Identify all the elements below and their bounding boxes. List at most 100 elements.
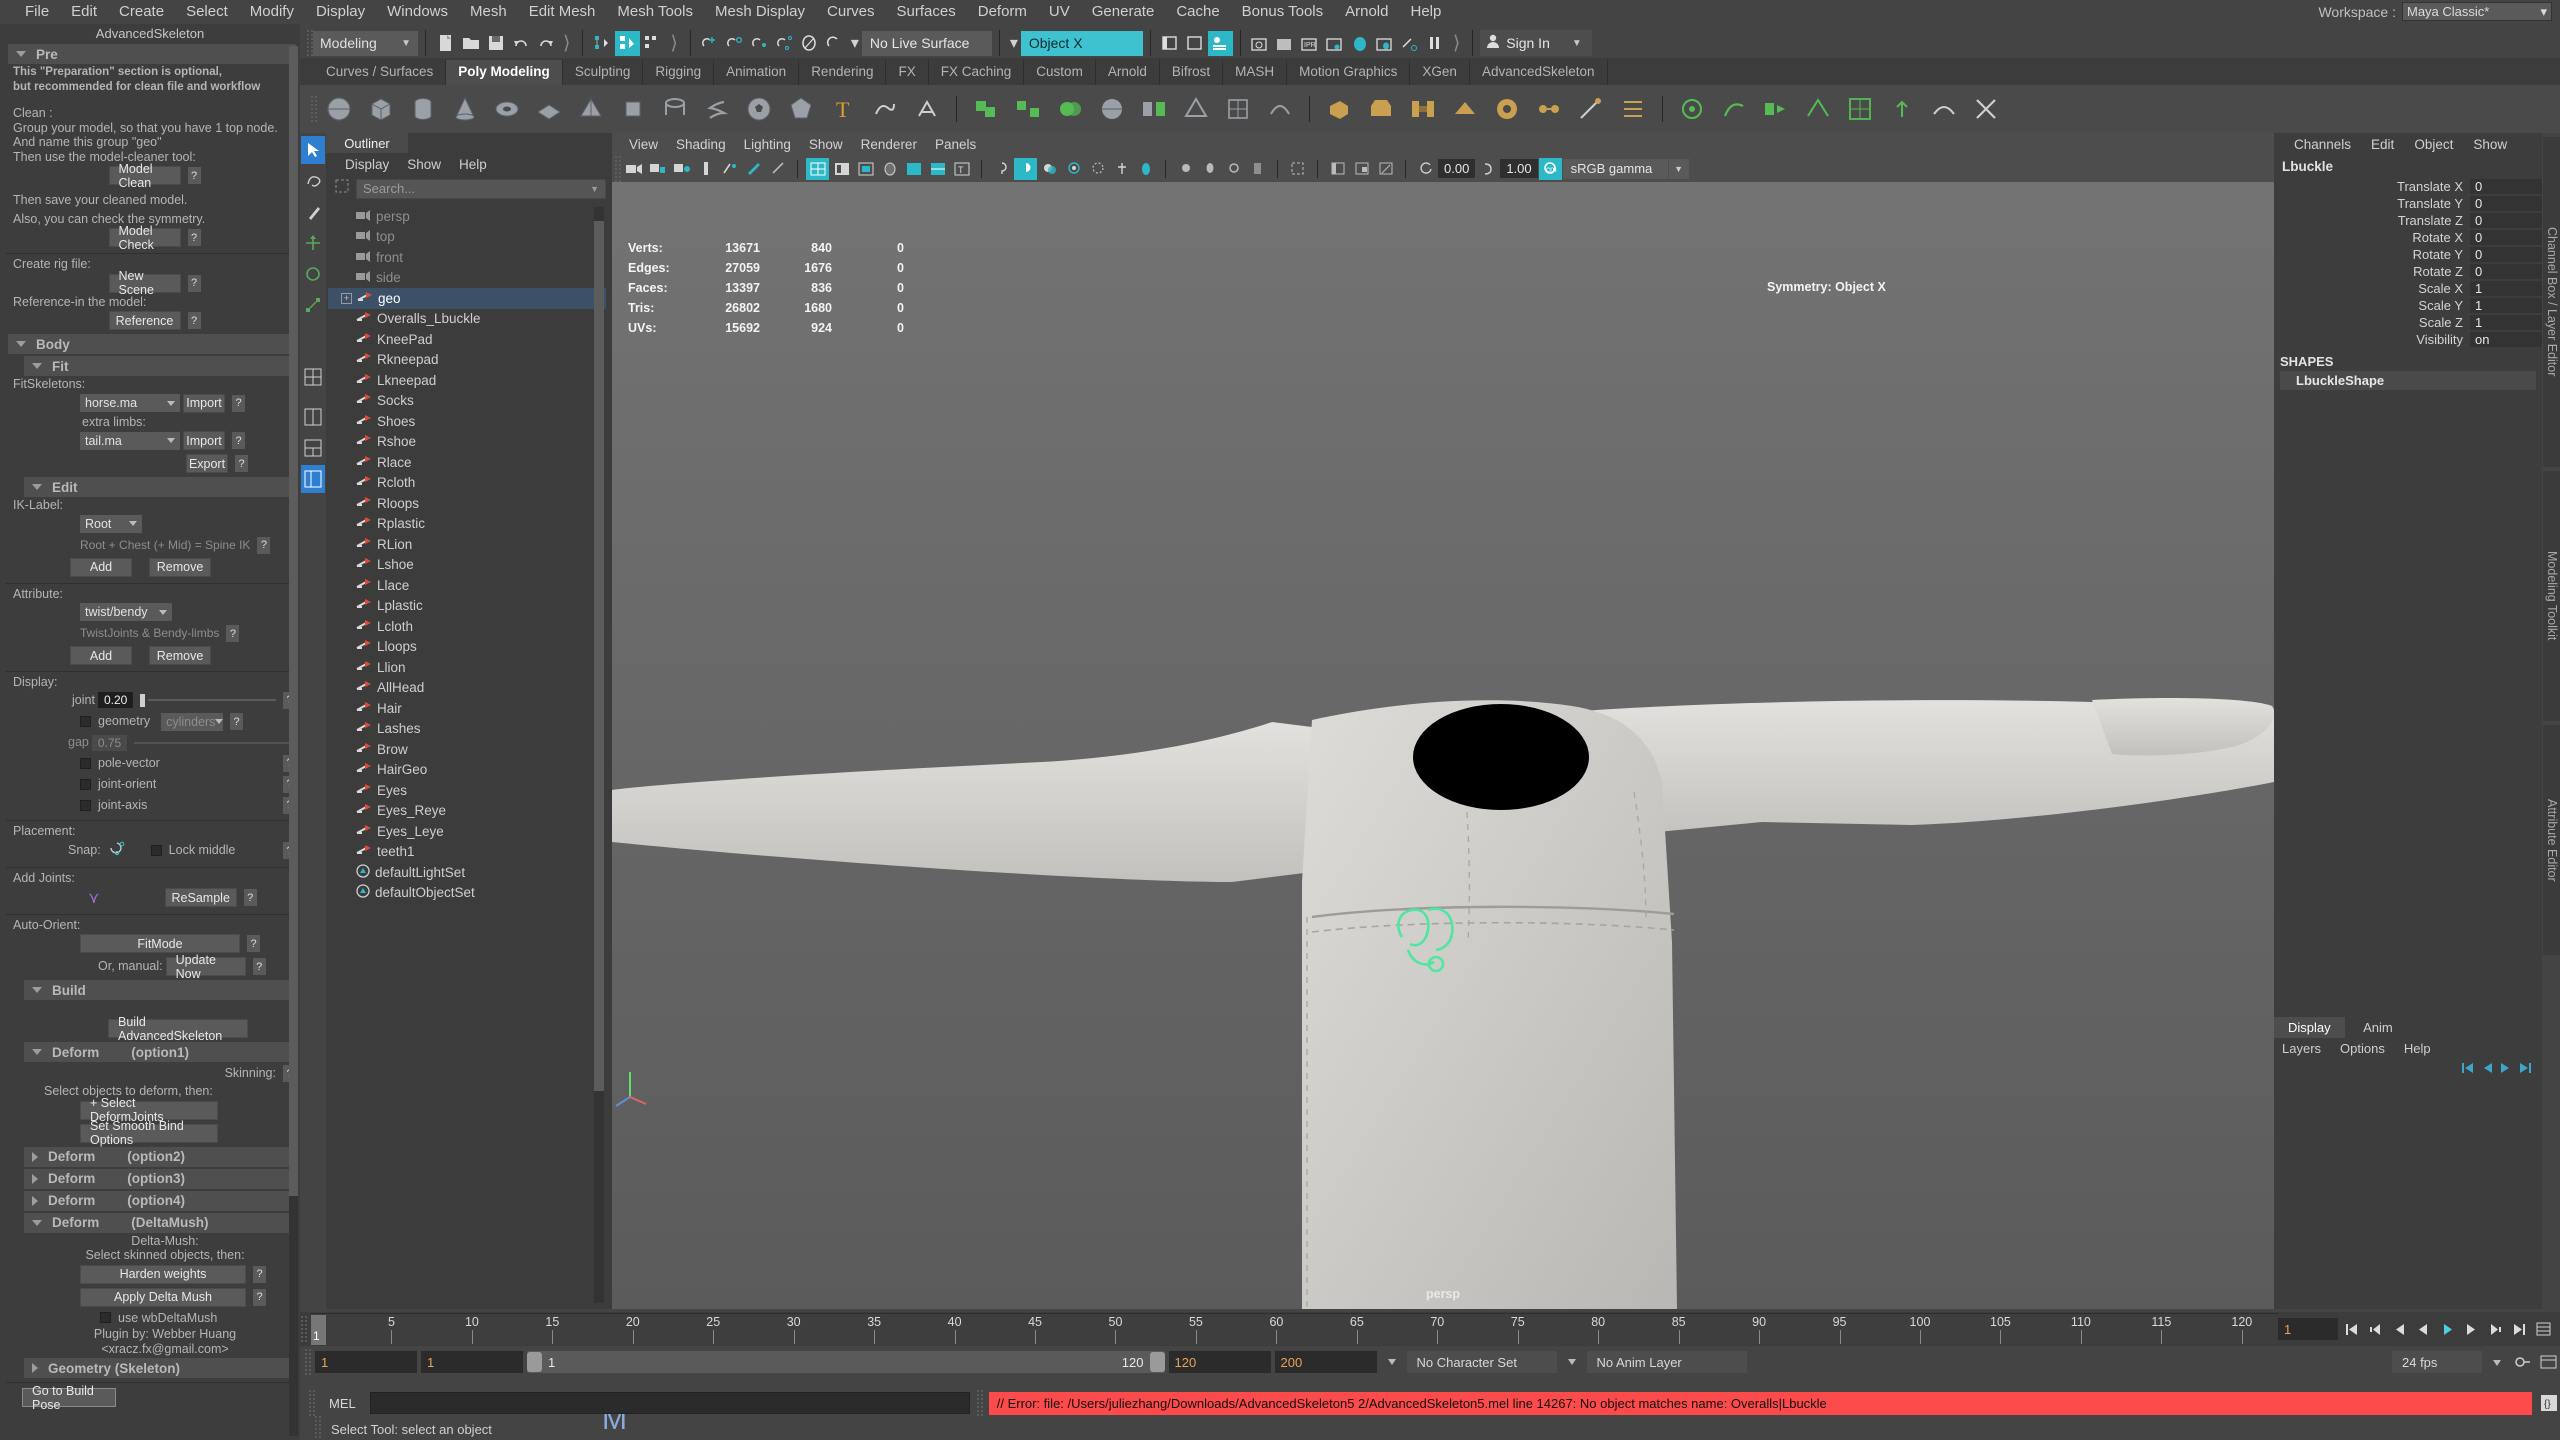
update-now-button[interactable]: Update Now	[165, 953, 246, 981]
exposure-icon[interactable]	[1414, 158, 1437, 180]
outliner-scrollbar[interactable]	[594, 207, 604, 1303]
channel-value[interactable]: 0	[2470, 212, 2542, 228]
outliner-list[interactable]: persp top front side + geo Overalls_Lbuckle Kne…	[328, 206, 606, 1306]
geometry-checkbox[interactable]	[80, 716, 91, 727]
channel-value[interactable]: on	[2470, 331, 2542, 347]
menu-help[interactable]: Help	[1399, 0, 1452, 24]
snap-point-icon[interactable]	[748, 31, 773, 56]
new-scene-icon[interactable]	[433, 31, 458, 56]
outliner-item-Lshoe[interactable]: Lshoe	[328, 555, 606, 576]
text-tool-icon[interactable]: T	[823, 89, 863, 129]
joint-size-slider-handle[interactable]	[140, 693, 146, 707]
select-deform-joints-button[interactable]: + Select DeformJoints	[80, 1096, 218, 1124]
channel-row-translate-y[interactable]: Translate Y 0	[2274, 195, 2542, 211]
fill-hole-icon[interactable]	[1487, 89, 1527, 129]
search-input[interactable]: Search... ▼	[356, 178, 606, 199]
menu-uv[interactable]: UV	[1038, 0, 1081, 24]
command-output-drag-handle[interactable]	[975, 1389, 983, 1417]
model-clean-help-button[interactable]: ?	[187, 167, 201, 184]
tab-display[interactable]: Display	[2274, 1017, 2345, 1038]
range-slider-right-handle[interactable]	[1149, 1352, 1165, 1372]
lighting-none-icon[interactable]	[990, 158, 1013, 180]
current-time-indicator[interactable]: 1	[311, 1315, 326, 1345]
hypershade-icon[interactable]	[1348, 31, 1373, 56]
channel-box-shape-name[interactable]: LbuckleShape	[2280, 371, 2536, 390]
vtab-channel-box[interactable]: Channel Box / Layer Editor	[2543, 137, 2560, 467]
gamma-icon[interactable]	[1476, 158, 1499, 180]
range-slider-left-handle[interactable]	[527, 1352, 542, 1372]
time-slider[interactable]: 1 5 10 15 20 25 30 35 40 45 50 55 60 65 70 75 80 85 90 95 1…	[300, 1312, 2560, 1346]
combine-icon[interactable]	[966, 89, 1006, 129]
multi-cut-icon[interactable]	[1571, 89, 1611, 129]
playback-frame-field[interactable]: 1	[2278, 1318, 2338, 1340]
pole-vector-checkbox[interactable]	[80, 757, 91, 769]
polygon-plane-icon[interactable]	[529, 89, 569, 129]
channel-value[interactable]: 0	[2470, 178, 2542, 194]
channel-row-scale-y[interactable]: Scale Y 1	[2274, 297, 2542, 313]
toolbar-drag-handle[interactable]	[306, 29, 313, 57]
select-object-icon[interactable]	[615, 30, 641, 56]
fit-export-help-button[interactable]: ?	[235, 455, 248, 472]
left-panel-scrollbar-thumb[interactable]	[289, 46, 298, 1196]
section-body-header[interactable]: Body	[8, 334, 296, 354]
channel-value[interactable]: 0	[2470, 229, 2542, 245]
harden-weights-button[interactable]: Harden weights	[80, 1264, 246, 1284]
section-deform1-header[interactable]: Deform (option1)	[24, 1042, 296, 1062]
lasso-tool-icon[interactable]	[301, 167, 325, 195]
type-tool-icon[interactable]	[907, 89, 947, 129]
outliner-item-Rshoe[interactable]: Rshoe	[328, 432, 606, 453]
new-scene-help-button[interactable]: ?	[187, 274, 201, 292]
outliner-tab[interactable]: Outliner	[326, 133, 408, 153]
live-surface-field[interactable]: No Live Surface	[861, 30, 992, 56]
shelf-tab-fx-caching[interactable]: FX Caching	[928, 60, 1025, 85]
layer-prev-icon[interactable]	[2480, 1061, 2494, 1079]
polygon-prism-icon[interactable]	[613, 89, 653, 129]
outliner-item-Shoes[interactable]: Shoes	[328, 411, 606, 432]
joint-size-value[interactable]: 0.20	[97, 692, 134, 708]
outliner-item-defaultLightSet[interactable]: defaultLightSet	[328, 862, 606, 883]
outliner-item-AllHead[interactable]: AllHead	[328, 678, 606, 699]
menu-mesh-display[interactable]: Mesh Display	[704, 0, 816, 24]
layout-four-view-icon[interactable]	[301, 363, 325, 391]
channelbox-menu-channels[interactable]: Channels	[2284, 137, 2361, 152]
step-forward-frame-icon[interactable]	[2460, 1318, 2482, 1340]
xray-active-components-icon[interactable]	[1246, 158, 1269, 180]
animation-preferences-icon[interactable]	[2532, 1318, 2554, 1340]
channelbox-menu-show[interactable]: Show	[2463, 137, 2517, 152]
attribute-add-button[interactable]: Add	[70, 646, 132, 665]
section-deform2-header[interactable]: Deform (option2)	[24, 1146, 296, 1167]
expand-toggle-icon[interactable]: +	[341, 292, 352, 304]
color-management-icon[interactable]: cm	[1538, 157, 1562, 180]
lock-camera-icon[interactable]	[646, 158, 669, 180]
iklabel-remove-button[interactable]: Remove	[149, 557, 211, 577]
crease-icon[interactable]	[1798, 89, 1838, 129]
layer-next-icon[interactable]	[2499, 1061, 2513, 1079]
outliner-item-KneePad[interactable]: KneePad	[328, 329, 606, 350]
range-drag-handle[interactable]	[304, 1348, 311, 1376]
polygon-cone-icon[interactable]	[445, 89, 485, 129]
layer-first-icon[interactable]	[2461, 1061, 2475, 1079]
section-deform3-header[interactable]: Deform (option3)	[24, 1168, 296, 1189]
menu-deform[interactable]: Deform	[967, 0, 1038, 24]
attribute-combo[interactable]: twist/bendy	[80, 603, 172, 621]
snap-view-plane-icon[interactable]	[798, 31, 823, 56]
render-settings-window-icon[interactable]	[1323, 31, 1348, 56]
range-start-field[interactable]: 1	[315, 1351, 417, 1373]
select-tool-icon[interactable]	[301, 136, 325, 164]
attribute-help-button[interactable]: ?	[226, 625, 240, 642]
outliner-menu-help[interactable]: Help	[450, 157, 496, 172]
iklabel-add-button[interactable]: Add	[70, 557, 132, 577]
go-to-build-pose-button[interactable]: Go to Build Pose	[22, 1384, 116, 1412]
viewport-menu-view[interactable]: View	[620, 137, 667, 152]
menu-bonus-tools[interactable]: Bonus Tools	[1231, 0, 1334, 24]
outliner-item-defaultObjectSet[interactable]: defaultObjectSet	[328, 883, 606, 904]
viewport-canvas[interactable]: Verts: 13671 840 0 Edges: 27059 1676 0 Faces: 133…	[612, 182, 2274, 1309]
outliner-item-Rlace[interactable]: Rlace	[328, 452, 606, 473]
motion-blur-icon[interactable]	[1086, 158, 1109, 180]
render-settings-icon[interactable]	[1183, 31, 1208, 56]
xray-joints-icon[interactable]	[1222, 158, 1245, 180]
outliner-menu-show[interactable]: Show	[398, 157, 450, 172]
menu-display[interactable]: Display	[305, 0, 376, 24]
vtab-modeling-toolkit[interactable]: Modeling Toolkit	[2543, 471, 2560, 721]
smooth-icon[interactable]	[1092, 89, 1132, 129]
